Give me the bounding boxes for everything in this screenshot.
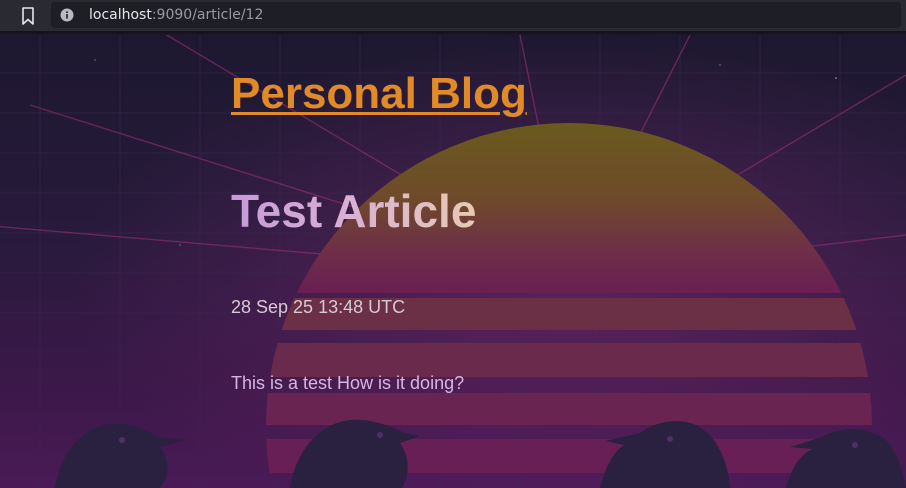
url-text: localhost:9090/article/12	[89, 6, 263, 24]
url-host: localhost	[89, 7, 152, 23]
site-title-link[interactable]: Personal Blog	[231, 67, 527, 121]
article-title: Test Article	[231, 185, 477, 237]
bookmark-button[interactable]	[15, 4, 41, 28]
blog-page: Personal Blog Test Article 28 Sep 25 13:…	[0, 35, 906, 488]
bookmark-icon	[22, 7, 34, 25]
address-bar[interactable]: localhost:9090/article/12	[51, 2, 901, 28]
article-body: This is a test How is it doing?	[231, 373, 465, 393]
browser-toolbar: localhost:9090/article/12	[0, 0, 906, 33]
article-date: 28 Sep 25 13:48 UTC	[231, 297, 406, 317]
site-info-icon[interactable]	[60, 8, 74, 22]
url-path: :9090/article/12	[151, 7, 264, 23]
